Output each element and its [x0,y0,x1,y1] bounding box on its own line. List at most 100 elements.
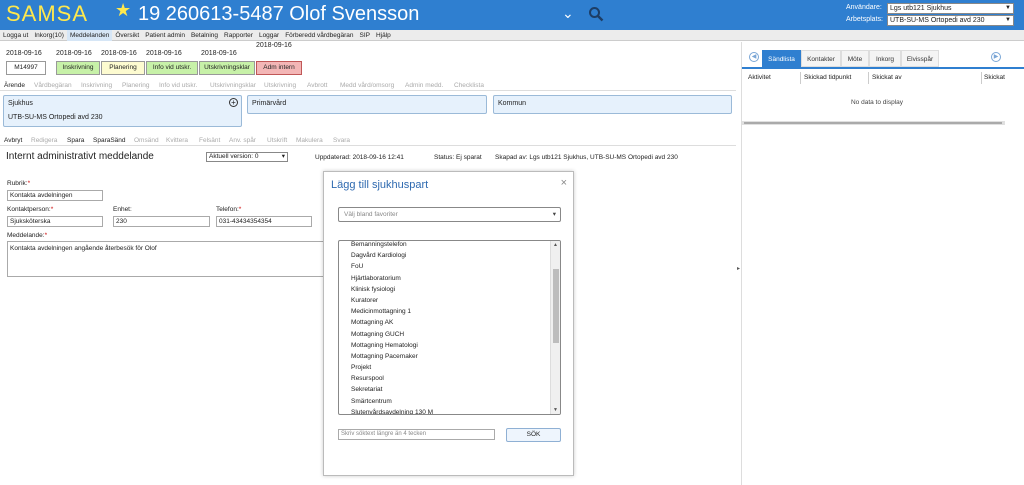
list-item[interactable]: Medicinmottagning 1 [351,306,433,317]
workplace-label: Arbetsplats: [846,16,883,23]
list-item[interactable]: Mottagning Hematologi [351,340,433,351]
close-icon[interactable]: × [561,177,567,189]
tab-admin-medd[interactable]: Admin medd. [405,81,443,91]
list-item[interactable]: FoU [351,261,433,272]
kvittera-button[interactable]: Kvittera [166,136,188,146]
list-item[interactable]: Klinisk fysiologi [351,284,433,295]
horizontal-scrollbar[interactable] [742,121,1005,125]
patient-title: 19 260613-5487 Olof Svensson [138,3,420,25]
tab-sandlista[interactable]: Sändlista [762,50,801,67]
tab-utskrivning[interactable]: Utskrivning [264,81,296,91]
tab-utskrivningsklar[interactable]: Utskrivningsklar [210,81,256,91]
list-item[interactable]: Resurspool [351,373,433,384]
vertical-scrollbar[interactable]: ▲ ▼ [550,241,560,414]
tab-elvisspar[interactable]: Elvisspår [901,50,939,67]
scrollbar-thumb[interactable] [744,122,1002,124]
tab-mote[interactable]: Möte [841,50,869,67]
step-date: 2018-09-16 [146,50,182,57]
enhet-input[interactable]: 230 [113,216,210,227]
party-kommun[interactable]: Kommun [493,95,732,114]
user-select[interactable]: Lgs utb121 Sjukhus ▼ [887,3,1014,14]
scroll-up-icon[interactable]: ▲ [553,242,558,248]
tab-inskrivning[interactable]: Inskrivning [81,81,112,91]
tab-planering[interactable]: Planering [122,81,149,91]
list-item[interactable]: Smärtcentrum [351,396,433,407]
meddelande-textarea[interactable]: Kontakta avdelningen angående återbesök … [7,241,337,277]
version-select[interactable]: Aktuell version: 0 ▾ [206,152,288,162]
menu-sip[interactable]: SIP [357,30,373,41]
favorites-select[interactable]: Välj bland favoriter ▾ [338,207,561,222]
list-item[interactable]: Mottagning AK [351,317,433,328]
scrollbar-thumb[interactable] [553,269,559,343]
sparasand-button[interactable]: SparaSänd [93,136,126,146]
step-utskrivningsklar[interactable]: Utskrivningsklar [199,61,255,75]
col-aktivitet[interactable]: Aktivitet [748,74,771,81]
col-skickat-av[interactable]: Skickat av [872,74,902,81]
rubrik-input[interactable]: Kontakta avdelningen [7,190,103,201]
splitter-handle[interactable]: ▸ [737,265,740,272]
list-item[interactable]: Projekt [351,362,433,373]
party-sjukhus[interactable]: Sjukhus + UTB-SU-MS Ortopedi avd 230 [3,95,242,127]
case-id-box: M14997 [6,61,46,75]
menu-logga-ut[interactable]: Logga ut [0,30,31,41]
tab-info-vid-utskr[interactable]: Info vid utskr. [159,81,197,91]
kontaktperson-input[interactable]: Sjuksköterska [7,216,103,227]
menu-hjalp[interactable]: Hjälp [373,30,394,41]
list-item[interactable]: Sekretariat [351,384,433,395]
message-title: Internt administrativt meddelande [6,151,154,162]
scroll-down-icon[interactable]: ▼ [553,407,558,413]
step-inskrivning[interactable]: Inskrivning [56,61,100,75]
menu-betalning[interactable]: Betalning [188,30,221,41]
redigera-button[interactable]: Redigera [31,136,57,146]
col-skickad-tidpunkt[interactable]: Skickad tidpunkt [804,74,851,81]
list-item[interactable]: Dagvård Kardiologi [351,250,433,261]
avbryt-button[interactable]: Avbryt [4,136,22,146]
tab-medd-vard-omsorg[interactable]: Medd vård/omsorg [340,81,394,91]
list-item[interactable]: Bemanningstelefon [351,241,433,250]
next-arrow-icon[interactable]: ▶ [991,52,1001,62]
spara-button[interactable]: Spara [67,136,84,146]
menu-rapporter[interactable]: Rapporter [221,30,256,41]
list-item[interactable]: Slutenvårdsavdelning 130 M [351,407,433,414]
step-adm-intern[interactable]: Adm intern [256,61,302,75]
workplace-select[interactable]: UTB-SU-MS Ortopedi avd 230 ▼ [887,15,1014,26]
omsand-button[interactable]: Omsänd [134,136,159,146]
list-item[interactable]: Hjärtlaboratorium [351,273,433,284]
menu-patient-admin[interactable]: Patient admin [142,30,188,41]
party-primarvard[interactable]: Primärvård [247,95,487,114]
favorite-star-icon[interactable]: ★ [115,0,131,21]
add-party-icon[interactable]: + [229,98,238,107]
anv-spar-button[interactable]: Anv. spår [229,136,256,146]
search-icon[interactable] [588,6,604,22]
list-item[interactable]: Kuratorer [351,295,433,306]
menu-oversikt[interactable]: Översikt [112,30,142,41]
required-mark: * [27,180,31,187]
dropdown-arrow-icon: ▾ [281,153,285,160]
menu-loggar[interactable]: Loggar [256,30,282,41]
svara-button[interactable]: Svara [333,136,350,146]
step-info-vid-utskr[interactable]: Info vid utskr. [146,61,198,75]
makulera-button[interactable]: Makulera [296,136,323,146]
felsant-button[interactable]: Felsänt [199,136,220,146]
list-item[interactable]: Mottagning Pacemaker [351,351,433,362]
menu-meddelanden[interactable]: Meddelanden [66,30,113,41]
tab-arende[interactable]: Ärende [4,81,25,91]
tab-avbrott[interactable]: Avbrott [307,81,327,91]
tab-vardbegaran[interactable]: Vårdbegäran [34,81,72,91]
step-planering[interactable]: Planering [101,61,145,75]
chevron-down-icon[interactable]: ⌄ [562,5,574,22]
unit-listbox[interactable]: Bemanningstelefon Dagvård Kardiologi FoU Hj… [338,240,561,415]
col-skickat[interactable]: Skickat [984,74,1005,81]
tab-kontakter[interactable]: Kontakter [801,50,841,67]
unit-search-input[interactable]: Skriv söktext längre än 4 tecken [338,429,495,440]
search-button[interactable]: SÖK [506,428,561,442]
menu-forberedd-vardbegaran[interactable]: Förberedd vårdbegäran [282,30,356,41]
dropdown-arrow-icon: ▾ [552,211,556,218]
prev-arrow-icon[interactable]: ◀ [749,52,759,62]
list-item[interactable]: Mottagning GUCH [351,329,433,340]
tab-checklista[interactable]: Checklista [454,81,484,91]
menu-inkorg[interactable]: Inkorg(10) [31,30,67,41]
tab-inkorg[interactable]: Inkorg [869,50,901,67]
telefon-input[interactable]: 031-43434354354 [216,216,312,227]
utskrift-button[interactable]: Utskrift [267,136,287,146]
